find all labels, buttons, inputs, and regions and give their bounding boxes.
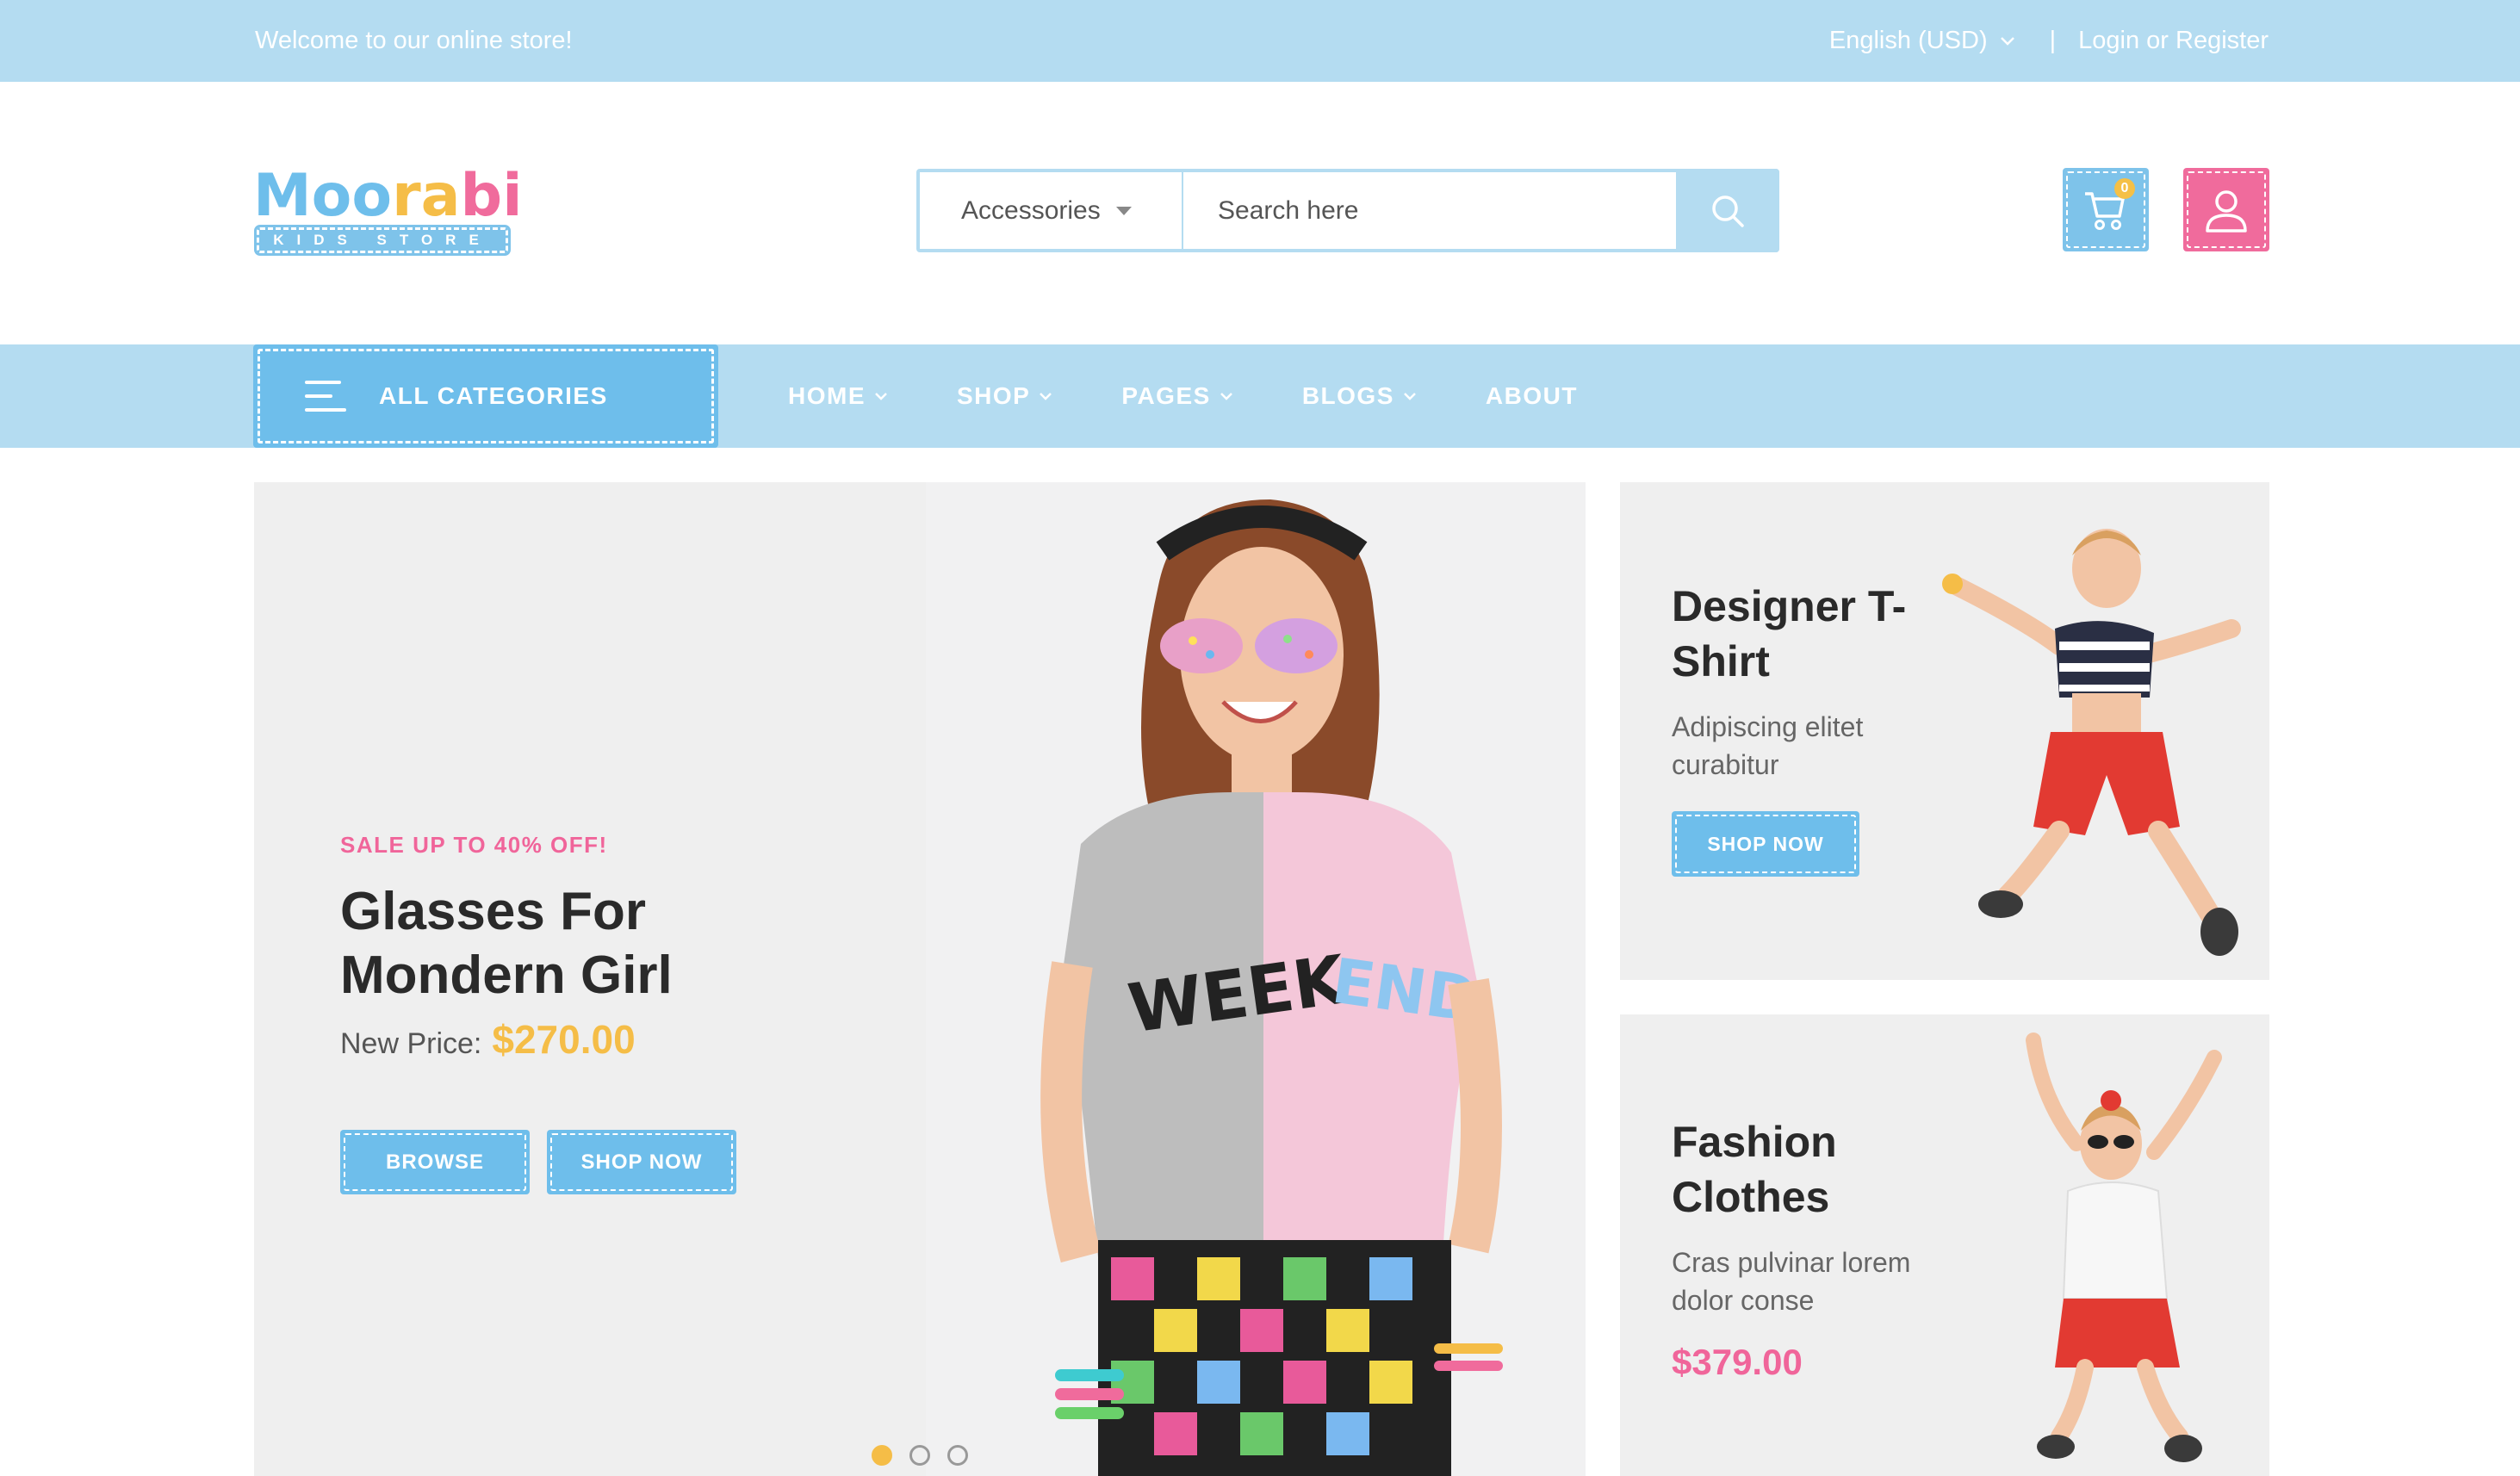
boy-jumping-image: [1942, 529, 2241, 956]
logo-letter: o: [351, 162, 393, 230]
hero-price-label: New Price:: [340, 1027, 482, 1060]
account-button[interactable]: [2183, 168, 2269, 251]
slider-dot-1[interactable]: [872, 1445, 892, 1466]
promo-shop-now-button[interactable]: SHOP NOW: [1672, 811, 1859, 877]
promo-card-title: Designer T-Shirt: [1672, 582, 1907, 685]
hero-sale-tag: SALE UP TO 40% OFF!: [340, 832, 608, 858]
chevron-down-icon: [2000, 36, 2014, 46]
search-bar: Accessories: [916, 169, 1779, 252]
logo-text: Moorabi: [253, 165, 523, 227]
logo-letter: r: [392, 162, 421, 230]
cart-button[interactable]: 0: [2063, 168, 2149, 251]
logo-letter: M: [253, 162, 312, 230]
all-categories-button[interactable]: ALL CATEGORIES: [253, 344, 718, 448]
search-input[interactable]: [1183, 172, 1676, 249]
nav-item-shop[interactable]: SHOP: [957, 382, 1052, 410]
search-category-select[interactable]: Accessories: [920, 172, 1183, 249]
promo-card-title: Fashion Clothes: [1672, 1118, 1837, 1221]
logo-letter: b: [460, 162, 503, 230]
top-bar: Welcome to our online store! English (US…: [0, 0, 2520, 82]
hero-slider: WEEK END SALE UP TO 40% OFF! Glasses For…: [254, 482, 1586, 1476]
slider-dot-3[interactable]: [947, 1445, 968, 1466]
chevron-down-icon: [1220, 393, 1232, 400]
nav-item-label: ABOUT: [1485, 382, 1578, 409]
nav-item-label: SHOP: [957, 382, 1031, 409]
chevron-down-icon: [1403, 393, 1416, 400]
welcome-message: Welcome to our online store!: [255, 27, 573, 54]
slider-dot-2[interactable]: [909, 1445, 930, 1466]
chevron-down-icon: [1040, 393, 1052, 400]
nav-item-home[interactable]: HOME: [788, 382, 888, 410]
nav-item-about[interactable]: ABOUT: [1486, 382, 1578, 410]
menu-icon: [305, 381, 346, 412]
promo-card-description: Adipiscing elitet curabitur: [1672, 711, 1864, 780]
slider-pagination: [872, 1445, 968, 1466]
chevron-down-icon: [875, 393, 887, 400]
search-category-label: Accessories: [961, 195, 1101, 225]
logo-letter: o: [311, 162, 352, 230]
hero-shop-now-button[interactable]: SHOP NOW: [547, 1130, 736, 1194]
language-selector[interactable]: English (USD): [1829, 27, 2015, 55]
promo-card-price: $379.00: [1672, 1342, 1803, 1382]
hero-girl-image: WEEK END: [926, 482, 1586, 1476]
logo-letter: a: [420, 162, 461, 230]
logo-tagline: KIDS STORE: [254, 225, 511, 256]
nav-item-pages[interactable]: PAGES: [1121, 382, 1232, 410]
nav-item-label: BLOGS: [1301, 382, 1394, 409]
top-bar-links: English (USD) | Login or Register: [1829, 0, 2269, 82]
promo-card-fashion-clothes[interactable]: Fashion Clothes Cras pulvinar lorem dolo…: [1620, 1014, 2269, 1476]
hero-price-amount: $270.00: [492, 1017, 636, 1062]
nav-item-blogs[interactable]: BLOGS: [1302, 382, 1417, 410]
nav-menu: HOME SHOP PAGES BLOGS ABOUT: [788, 344, 1647, 448]
browse-button[interactable]: BROWSE: [340, 1130, 530, 1194]
nav-item-label: PAGES: [1121, 382, 1211, 409]
caret-down-icon: [1115, 206, 1132, 215]
promo-card-description: Cras pulvinar lorem dolor conse: [1672, 1247, 1911, 1316]
search-button[interactable]: [1676, 169, 1779, 252]
hero-title: Glasses For Mondern Girl: [340, 882, 673, 1005]
separator: |: [2049, 27, 2057, 54]
nav-item-label: HOME: [788, 382, 866, 409]
login-register-link[interactable]: Login or Register: [2078, 27, 2269, 55]
hero-price: New Price: $270.00: [340, 1016, 636, 1063]
main-nav: ALL CATEGORIES HOME SHOP PAGES BLOGS ABO…: [0, 344, 2520, 448]
promo-card-designer-tshirt[interactable]: Designer T-Shirt Adipiscing elitet curab…: [1620, 482, 2269, 980]
girl-jumping-image: [2026, 1033, 2222, 1462]
language-label: English (USD): [1828, 27, 1988, 54]
cart-count-badge: 0: [2114, 178, 2135, 199]
logo[interactable]: Moorabi KIDS STORE: [253, 165, 523, 260]
all-categories-label: ALL CATEGORIES: [379, 382, 608, 409]
user-icon: [2206, 189, 2247, 233]
search-icon: [1712, 195, 1744, 227]
logo-letter: i: [502, 162, 523, 230]
